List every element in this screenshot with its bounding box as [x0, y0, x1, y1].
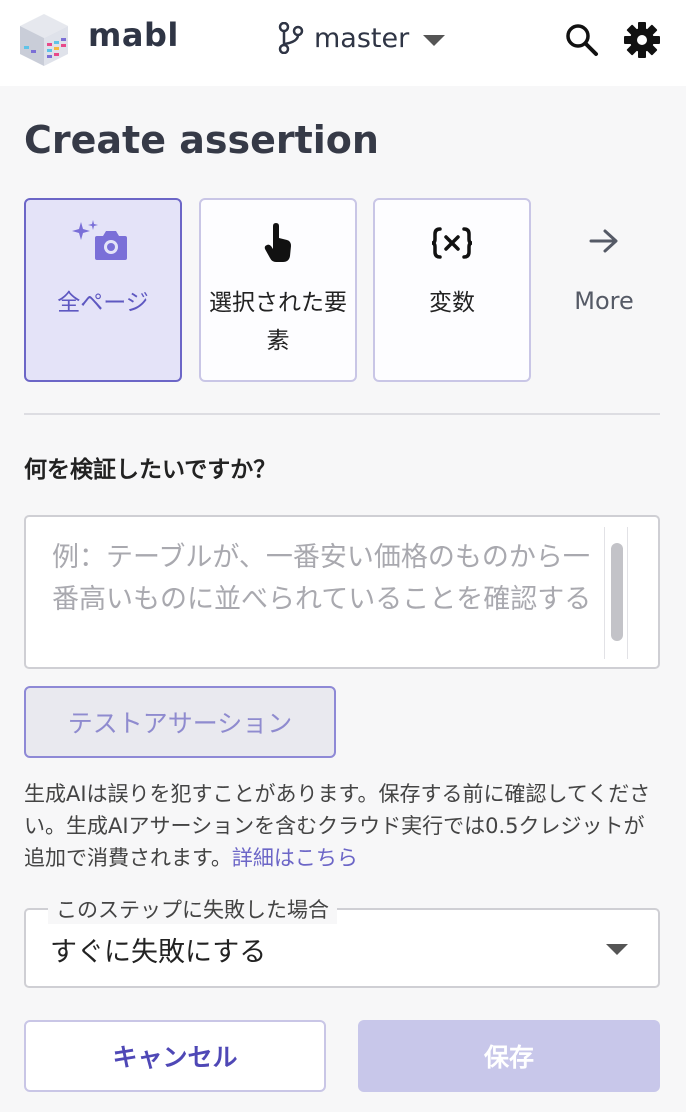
branch-name: master — [314, 22, 410, 54]
prompt-label: 何を検証したいですか？ — [24, 457, 277, 483]
scrollbar-thumb[interactable] — [611, 543, 623, 641]
assertion-prompt-input[interactable]: 例：テーブルが、一番安い価格のものから一番高いものに並べられていることを確認する — [24, 515, 660, 669]
assertion-type-selected-element[interactable]: 選択された要素 — [199, 198, 357, 382]
card-label: 変数 — [429, 290, 475, 316]
mabl-logo — [20, 14, 68, 66]
on-failure-value: すぐに失敗にする — [50, 937, 267, 968]
test-assertion-label: テストアサーション — [67, 709, 293, 738]
settings-button[interactable] — [622, 20, 662, 60]
test-assertion-button[interactable]: テストアサーション — [24, 686, 336, 758]
card-label: 全ページ — [57, 290, 149, 316]
git-branch-icon — [278, 22, 304, 54]
more-button[interactable]: More — [548, 198, 660, 382]
card-label: 選択された要素 — [209, 290, 347, 354]
cancel-button[interactable]: キャンセル — [24, 1020, 326, 1092]
branch-selector[interactable]: master — [278, 18, 446, 58]
search-button[interactable] — [562, 20, 602, 60]
ai-notice: 生成AIは誤りを犯すことがあります。保存する前に確認してください。生成AIアサー… — [24, 778, 664, 874]
save-label: 保存 — [483, 1043, 534, 1072]
page-title: Create assertion — [24, 118, 379, 162]
variable-braces-icon — [431, 227, 473, 259]
brand-name: mabl — [88, 16, 179, 54]
save-button[interactable]: 保存 — [358, 1020, 660, 1092]
prompt-placeholder: 例：テーブルが、一番安い価格のものから一番高いものに並べられていることを確認する — [52, 542, 592, 615]
on-failure-select[interactable]: このステップに失敗した場合 すぐに失敗にする — [24, 894, 660, 988]
divider — [24, 413, 660, 415]
gear-icon — [624, 22, 660, 58]
assertion-type-full-page[interactable]: 全ページ — [24, 198, 182, 382]
cancel-label: キャンセル — [112, 1043, 238, 1072]
arrow-right-icon — [589, 229, 618, 253]
scrollbar[interactable] — [604, 527, 628, 659]
search-icon — [566, 24, 598, 56]
top-bar: mabl master — [0, 0, 686, 86]
more-label: More — [574, 287, 634, 315]
chevron-down-icon — [606, 944, 628, 955]
chevron-down-icon — [423, 34, 446, 46]
pointer-hand-icon — [264, 223, 291, 262]
sparkle-camera-icon — [72, 220, 127, 260]
learn-more-link[interactable]: 詳細はこちら — [232, 846, 358, 870]
assertion-type-variable[interactable]: 変数 — [373, 198, 531, 382]
on-failure-label: このステップに失敗した場合 — [48, 894, 337, 924]
